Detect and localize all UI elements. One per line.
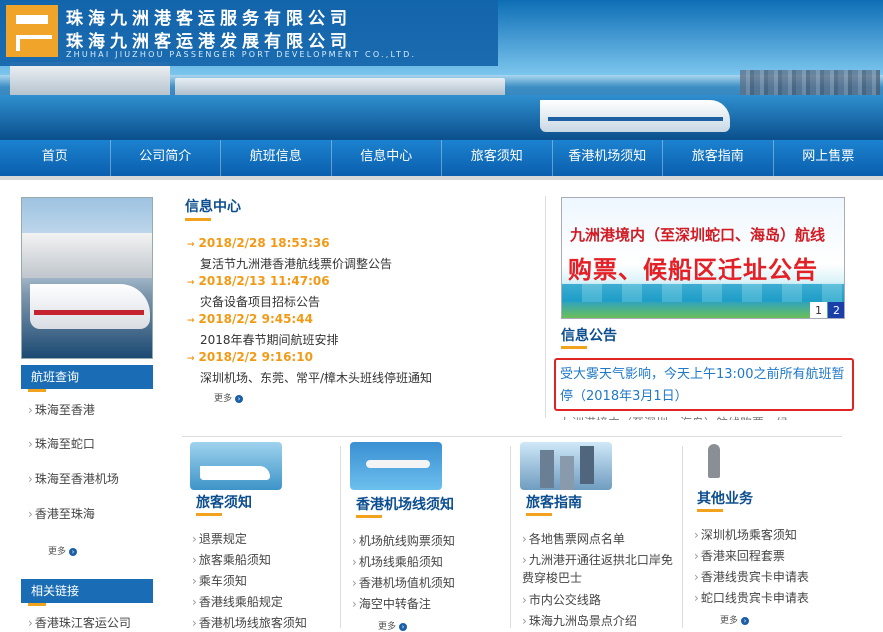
related-links-header: 相关链接 [21,579,153,603]
flight-more-label: 更多 [48,547,66,557]
nav-passenger-guide[interactable]: 旅客指南 [663,140,774,176]
nav-passenger-notice[interactable]: 旅客须知 [442,140,553,176]
main-nav: 首页 公司简介 航班信息 信息中心 旅客须知 香港机场须知 旅客指南 网上售票 [0,140,883,176]
block-4-link-1[interactable]: 深圳机场乘客须知 [694,526,797,543]
block-3-link-3[interactable]: 市内公交线路 [522,591,601,608]
related-link-hk-pearl[interactable]: 香港珠江客运公司 [28,614,131,631]
statue-image [694,442,734,482]
news-date-2[interactable]: 2018/2/13 11:47:06 [187,274,330,288]
news-title-3[interactable]: 2018年春节期间航班安排 [200,331,339,348]
ferry-photo [21,197,153,359]
flight-query-underline [28,389,46,392]
block-1-link-2[interactable]: 旅客乘船须知 [192,551,271,568]
news-more-label: 更多 [214,394,232,404]
flight-link-zh-hk-airport[interactable]: 珠海至香港机场 [28,470,119,487]
promo-line2: 购票、候船区迁址公告 [568,250,818,285]
block-1-link-4[interactable]: 香港线乘船规定 [192,593,283,610]
news-more-link[interactable]: 更多› [214,391,243,404]
block-divider-2 [510,446,511,628]
block-4-link-4[interactable]: 蛇口线贵宾卡申请表 [694,589,809,606]
block-1-link-3[interactable]: 乘车须知 [192,572,247,589]
promo-page-2[interactable]: 2 [828,302,845,319]
news-date-3[interactable]: 2018/2/2 9:45:44 [187,312,313,326]
company-name-1: 珠海九洲港客运服务有限公司 [66,4,352,29]
block-4-underline [697,509,723,512]
block-3-link-1[interactable]: 各地售票网点名单 [522,530,625,547]
announcement-next: 九洲港境内（至深圳、海岛）航线购票、候 [560,412,850,420]
promo-page-1[interactable]: 1 [810,302,827,319]
nav-flights[interactable]: 航班信息 [221,140,332,176]
more-arrow-icon: › [69,548,77,556]
flight-link-zh-hk[interactable]: 珠海至香港 [28,401,95,418]
block-4-more-link[interactable]: 更多› [720,613,749,626]
section-divider [182,436,842,437]
banner-sea [0,95,883,140]
block-4-link-2[interactable]: 香港来回程套票 [694,547,785,564]
photo-building [22,233,153,278]
block-passenger-notice-title[interactable]: 旅客须知 [196,492,252,512]
logo-area[interactable]: 珠海九洲港客运服务有限公司 珠海九洲客运港发展有限公司 ZHUHAI JIUZH… [0,0,498,66]
promo-line1: 九洲港境内（至深圳蛇口、海岛）航线 [570,224,825,245]
news-date-1[interactable]: 2018/2/28 18:53:36 [187,236,330,250]
block-3-link-4[interactable]: 珠海九洲岛景点介绍 [522,612,637,629]
block-passenger-guide-title[interactable]: 旅客指南 [526,492,582,512]
block-3-underline [526,513,552,516]
flight-link-zh-shekou[interactable]: 珠海至蛇口 [28,435,95,452]
column-divider [545,196,546,418]
company-name-en: ZHUHAI JIUZHOU PASSENGER PORT DEVELOPMEN… [66,50,416,59]
flight-query-header: 航班查询 [21,365,153,389]
news-title-2[interactable]: 灾备设备项目招标公告 [200,293,320,310]
nav-divider [0,176,883,180]
promo-banner[interactable]: 九洲港境内（至深圳蛇口、海岛）航线 购票、候船区迁址公告 1 2 [561,197,845,319]
block-2-underline [356,515,382,518]
city-skyline-image [520,442,612,490]
block-3-link-2[interactable]: 九洲港开通往返拱北口岸免费穿梭巴士 [522,551,682,587]
banner-ferry-stripe [548,117,723,121]
nav-home[interactable]: 首页 [0,140,111,176]
company-logo-icon [6,5,58,57]
announcement-text[interactable]: 受大雾天气影响，今天上午13:00之前所有航班暂停（2018年3月1日） [560,364,850,408]
photo-boat-stripe [34,310,144,315]
news-title-4[interactable]: 深圳机场、东莞、常平/樟木头班线停班通知 [200,369,432,386]
company-name-2: 珠海九洲客运港发展有限公司 [66,27,352,52]
banner-ferry [540,100,730,132]
photo-boat [30,284,150,329]
block-2-more-link[interactable]: 更多› [378,619,407,632]
nav-about[interactable]: 公司简介 [111,140,222,176]
nav-online-tickets[interactable]: 网上售票 [774,140,883,176]
block-other-business-title[interactable]: 其他业务 [697,488,753,508]
block-2-link-3[interactable]: 香港机场值机须知 [352,574,455,591]
related-links-underline [28,603,46,606]
block-1-link-5[interactable]: 香港机场线旅客须知 [192,614,307,631]
announcement-underline [561,346,587,349]
block-2-link-4[interactable]: 海空中转备注 [352,595,431,612]
block-2-link-2[interactable]: 机场线乘船须知 [352,553,443,570]
news-section-title: 信息中心 [185,196,241,216]
flight-more-link[interactable]: 更多› [48,544,77,557]
block-hk-airport-title[interactable]: 香港机场线须知 [356,494,454,514]
news-title-1[interactable]: 复活节九洲港香港航线票价调整公告 [200,255,392,272]
more-arrow-icon: › [235,395,243,403]
airplane-image [350,442,442,490]
header-banner: 珠海九洲港客运服务有限公司 珠海九洲客运港发展有限公司 ZHUHAI JIUZH… [0,0,883,140]
block-1-link-1[interactable]: 退票规定 [192,530,247,547]
nav-info-center[interactable]: 信息中心 [332,140,443,176]
more-arrow-icon: › [741,617,749,625]
block-divider-3 [682,446,683,628]
promo-wave [562,284,845,302]
block-2-link-1[interactable]: 机场航线购票须知 [352,532,455,549]
flight-link-hk-zh[interactable]: 香港至珠海 [28,505,95,522]
cruise-ship-image [190,442,282,490]
nav-hk-airport-notice[interactable]: 香港机场须知 [553,140,664,176]
block-1-underline [196,513,222,516]
block-2-more-label: 更多 [378,622,396,632]
block-divider-1 [340,446,341,628]
block-4-link-3[interactable]: 香港线贵宾卡申请表 [694,568,809,585]
more-arrow-icon: › [399,623,407,631]
news-date-4[interactable]: 2018/2/2 9:16:10 [187,350,313,364]
announcement-title: 信息公告 [561,325,617,345]
news-title-underline [185,218,211,221]
block-4-more-label: 更多 [720,616,738,626]
